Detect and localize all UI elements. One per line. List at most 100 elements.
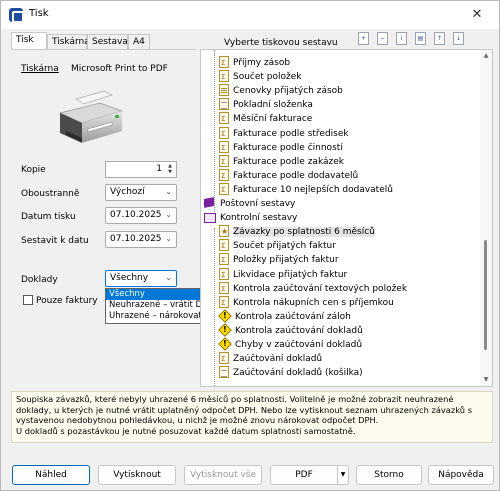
doc-report-icon bbox=[219, 98, 229, 111]
tree-item-label: Položky přijatých faktur bbox=[233, 255, 339, 266]
tree-item[interactable]: Položky přijatých faktur bbox=[219, 253, 339, 267]
sum-report-icon bbox=[219, 56, 229, 70]
warn-report-icon bbox=[219, 337, 231, 351]
tree-item[interactable]: Cenovky přijatých zásob bbox=[219, 84, 343, 98]
remove-report-icon[interactable]: − bbox=[377, 32, 388, 45]
oboustranne-select[interactable]: Výchozí ⌄ bbox=[105, 184, 177, 201]
tree-item[interactable]: Poštovní sestavy bbox=[204, 197, 295, 211]
tree-item[interactable]: Zaúčtování dokladů bbox=[219, 352, 322, 366]
tree-item[interactable]: Kontrola zaúčtování záloh bbox=[219, 309, 351, 324]
scroll-thumb[interactable] bbox=[484, 240, 487, 350]
sum-report-icon bbox=[219, 295, 229, 310]
tree-item-label: Součet přijatých faktur bbox=[233, 241, 336, 252]
scroll-down-icon[interactable]: ▼ bbox=[480, 374, 492, 386]
printer-icon bbox=[58, 90, 124, 143]
move-up-icon[interactable]: ↑ bbox=[434, 32, 445, 45]
sum-report-icon bbox=[219, 70, 229, 84]
close-button[interactable]: ✕ bbox=[455, 1, 499, 29]
star-report-icon bbox=[219, 225, 229, 239]
sum-report-icon bbox=[219, 253, 229, 267]
help-button[interactable]: Nápověda bbox=[428, 465, 494, 485]
tree-item[interactable]: Závazky po splatnosti 6 měsíců bbox=[219, 225, 375, 239]
tree-item[interactable]: Kontrolní sestavy bbox=[204, 211, 297, 225]
tree-item[interactable]: Měsíční fakturace bbox=[219, 112, 312, 126]
tree-item[interactable]: Fakturace 10 nejlepších dodavatelů bbox=[219, 182, 393, 197]
tree-item-label: Závazky po splatnosti 6 měsíců bbox=[233, 227, 375, 238]
kopie-spinner[interactable]: 1 ▲ ▼ bbox=[105, 161, 177, 178]
tree-item-label: Součet položek bbox=[233, 72, 302, 83]
tree-item-label: Kontrolní sestavy bbox=[220, 213, 298, 224]
tree-item-label: Příjmy zásob bbox=[233, 58, 291, 68]
tree-connector bbox=[214, 228, 215, 386]
scroll-up-icon[interactable]: ▲ bbox=[480, 50, 492, 62]
printer-link[interactable]: Tiskárna bbox=[21, 64, 59, 74]
tree-item-label: Fakturace podle středisek bbox=[233, 128, 349, 139]
app-icon bbox=[9, 8, 24, 23]
tree-item-label: Kontrola zaúčtování záloh bbox=[235, 311, 351, 322]
sum-report-icon bbox=[219, 168, 229, 183]
pdf-label: PDF bbox=[295, 470, 313, 480]
tree-item[interactable]: Fakturace podle činností bbox=[219, 140, 343, 155]
chevron-down-icon[interactable]: ▼ bbox=[337, 466, 348, 484]
description-paragraph: Soupiska závazků, které nebyly uhrazené … bbox=[16, 394, 473, 426]
tree-item[interactable]: Příjmy zásob bbox=[219, 56, 290, 70]
printer-name: Microsoft Print to PDF bbox=[71, 64, 168, 74]
tree-item-label: Zaúčtování dokladů bbox=[233, 354, 323, 365]
datum-tisku-label: Datum tisku bbox=[21, 212, 76, 222]
datum-tisku-value: 07.10.2025 bbox=[110, 210, 162, 220]
tree-item[interactable]: Chyby v zaúčtování dokladů bbox=[219, 337, 362, 352]
tree-item-label: Zaúčtování dokladů (košilka) bbox=[233, 368, 363, 379]
sestavit-picker[interactable]: 07.10.2025 ⌄ bbox=[105, 231, 177, 248]
kopie-label: Kopie bbox=[21, 165, 46, 175]
tree-item[interactable]: Zaúčtování dokladů (košilka) bbox=[219, 366, 363, 380]
tab-a4[interactable]: A4 bbox=[128, 34, 150, 50]
tab-tisk[interactable]: Tisk bbox=[11, 32, 47, 50]
report-copy-icon[interactable]: ▤ bbox=[415, 32, 426, 45]
report-description: Soupiska závazků, které nebyly uhrazené … bbox=[11, 391, 493, 443]
doklady-value: Všechny bbox=[110, 273, 149, 283]
warn-report-icon bbox=[219, 309, 231, 323]
oboustranne-label: Oboustranně bbox=[21, 189, 80, 199]
tree-item[interactable]: Součet položek bbox=[219, 70, 302, 84]
report-info-icon[interactable]: i bbox=[396, 32, 407, 45]
tree-item[interactable]: Kontrola zaúčtování dokladů bbox=[219, 323, 363, 338]
datum-tisku-picker[interactable]: 07.10.2025 ⌄ bbox=[105, 207, 177, 224]
tree-item[interactable]: Součet přijatých faktur bbox=[219, 239, 336, 253]
tab-sestava[interactable]: Sestava bbox=[87, 34, 128, 50]
window-title: Tisk bbox=[29, 8, 49, 19]
tree-item[interactable]: Fakturace podle zakázek bbox=[219, 154, 344, 169]
print-button[interactable]: Vytisknout bbox=[98, 465, 176, 485]
cancel-button[interactable]: Storno bbox=[356, 465, 422, 485]
grid-report-icon bbox=[219, 84, 229, 97]
tree-item-label: Kontrola zaúčtování textových položek bbox=[233, 283, 408, 294]
chevron-down-icon: ⌄ bbox=[165, 210, 172, 219]
tab-tiskarna[interactable]: Tiskárna bbox=[47, 34, 90, 50]
close-icon: ✕ bbox=[471, 7, 483, 22]
tree-item[interactable]: Kontrola zaúčtování textových položek bbox=[219, 281, 408, 296]
report-tree-header: Vyberte tiskovou sestavu bbox=[224, 38, 338, 48]
spinner-arrows-icon[interactable]: ▲ ▼ bbox=[165, 163, 175, 176]
tree-item-label: Cenovky přijatých zásob bbox=[233, 86, 343, 97]
doklady-select[interactable]: Všechny ⌄ bbox=[105, 270, 177, 287]
tree-item[interactable]: Pokladní složenka bbox=[219, 98, 313, 112]
tree-scrollbar[interactable]: ▲ ▼ bbox=[480, 50, 492, 386]
tree-item[interactable]: Fakturace podle středisek bbox=[219, 126, 349, 141]
print-dialog: Tisk ✕ Tisk Tiskárna Sestava A4 Tiskárna… bbox=[0, 0, 500, 491]
pdf-button[interactable]: PDF ▼ bbox=[270, 465, 349, 485]
tree-item[interactable]: Kontrola nákupních cen s příjemkou bbox=[219, 295, 394, 310]
tree-item-label: Měsíční fakturace bbox=[233, 114, 313, 125]
preview-button[interactable]: Náhled bbox=[12, 465, 90, 485]
tree-item[interactable]: Likvidace přijatých faktur bbox=[219, 267, 347, 282]
chevron-down-icon: ⌄ bbox=[165, 273, 172, 282]
tree-item[interactable]: Fakturace podle dodavatelů bbox=[219, 168, 358, 183]
add-report-icon[interactable]: + bbox=[358, 32, 369, 45]
kopie-value: 1 bbox=[156, 164, 162, 174]
move-down-icon[interactable]: ↓ bbox=[453, 32, 464, 45]
pouze-faktury-checkbox[interactable] bbox=[23, 295, 33, 305]
tree-item-label: Fakturace podle zakázek bbox=[233, 156, 344, 167]
report-tree[interactable]: Příjmy zásob Součet položek Cenovky přijat… bbox=[200, 49, 493, 387]
tree-connector bbox=[214, 50, 215, 218]
oboustranne-value: Výchozí bbox=[110, 187, 145, 197]
chevron-down-icon: ⌄ bbox=[165, 187, 172, 196]
tree-item-label: Pokladní složenka bbox=[233, 100, 313, 111]
